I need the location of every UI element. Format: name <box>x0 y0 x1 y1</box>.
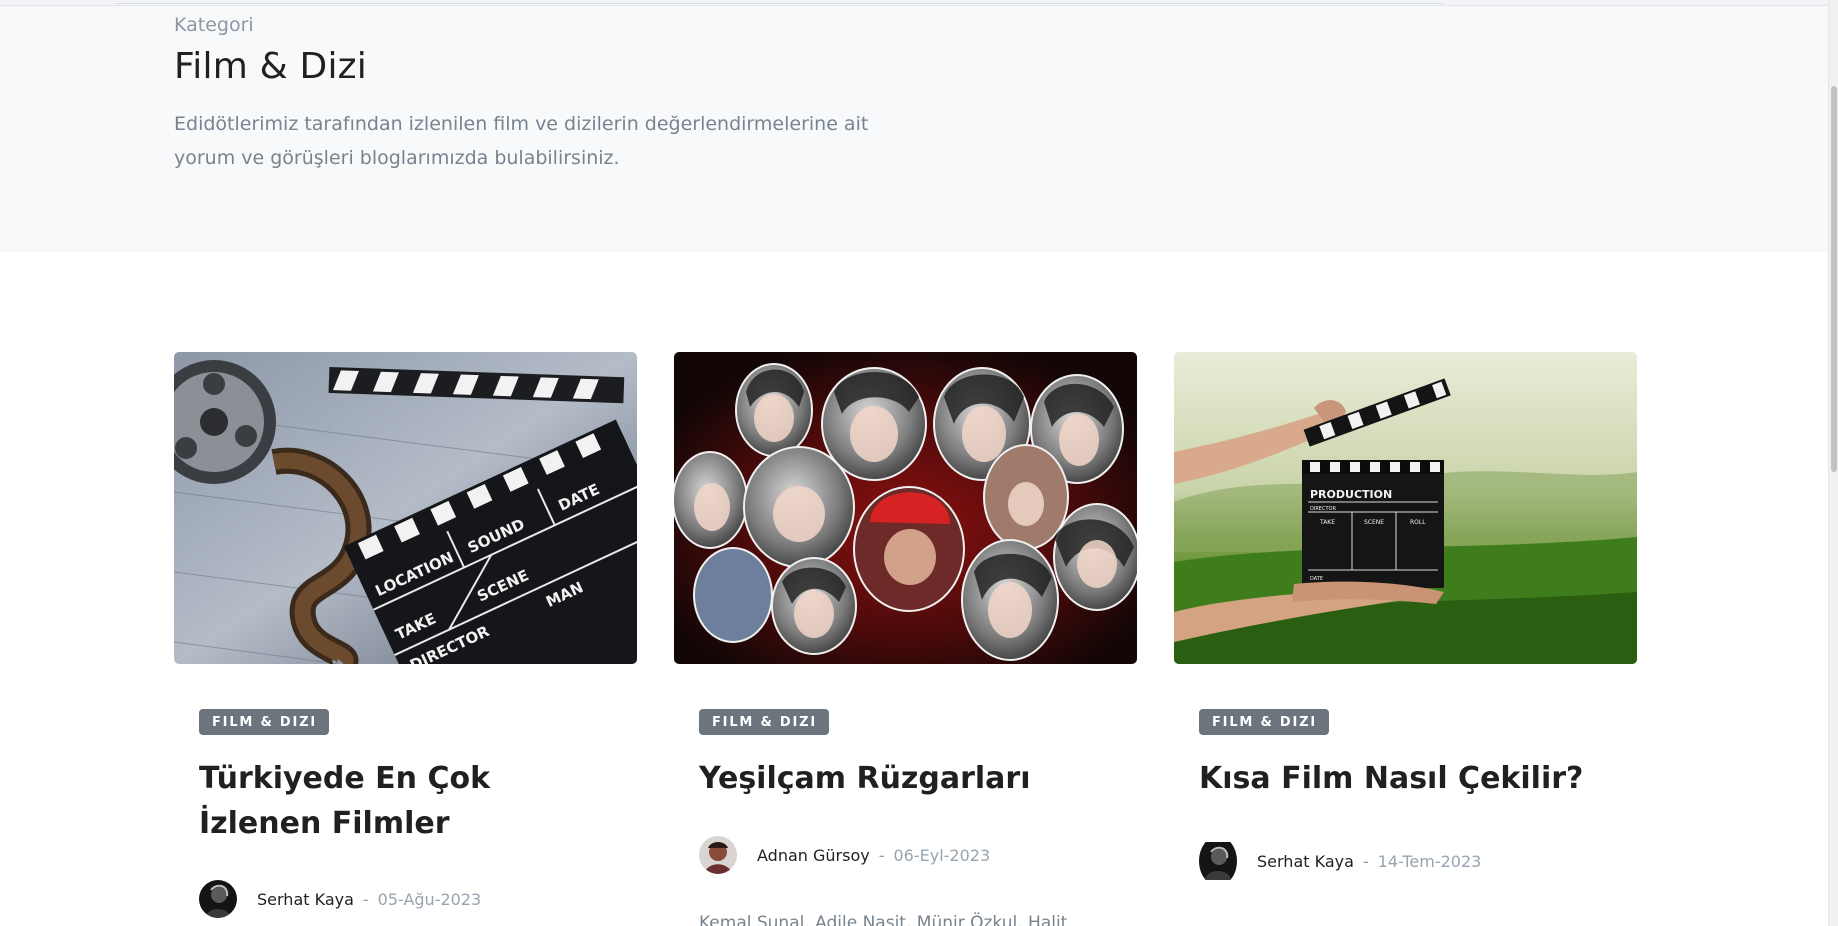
author-avatar-icon[interactable] <box>199 880 237 918</box>
scrollbar-thumb[interactable] <box>1831 86 1837 472</box>
post-date: 14-Tem-2023 <box>1377 851 1482 871</box>
category-hero: Kategori Film & Dizi Edidötlerimiz taraf… <box>0 6 1828 252</box>
meta-separator: - <box>1362 851 1369 871</box>
category-title: Film & Dizi <box>174 46 367 87</box>
category-eyebrow: Kategori <box>174 14 254 36</box>
category-badge[interactable]: FILM & DIZI <box>1199 709 1330 735</box>
clapperboard-film-reel-image: LOCATION SOUND DATE TAKE SCENE DIRECTOR … <box>174 352 637 664</box>
post-author[interactable]: Adnan Gürsoy <box>757 846 870 865</box>
page: Kategori Film & Dizi Edidötlerimiz taraf… <box>0 0 1828 926</box>
vertical-scrollbar[interactable] <box>1828 0 1838 926</box>
post-excerpt: Kemal Sunal, Adile Naşit, Münir Özkul, H… <box>699 913 1068 926</box>
post-meta: Serhat Kaya - 14-Tem-2023 <box>1199 836 1481 886</box>
blog-card[interactable]: LOCATION SOUND DATE TAKE SCENE DIRECTOR … <box>174 352 637 926</box>
clapper-text-take: TAKE <box>1319 519 1335 526</box>
post-meta: Serhat Kaya - 05-Ağu-2023 <box>199 880 481 918</box>
production-clapper-in-hands-image: PRODUCTION DIRECTOR TAKE SCENE ROLL DATE <box>1174 352 1637 664</box>
category-description: Edidötlerimiz tarafından izlenilen film … <box>174 113 869 169</box>
clapper-text-scene: SCENE <box>1364 519 1384 526</box>
post-meta: Adnan Gürsoy - 06-Eyl-2023 <box>699 836 990 874</box>
clapper-text-roll: ROLL <box>1410 519 1426 526</box>
category-badge[interactable]: FILM & DIZI <box>199 709 330 735</box>
post-author[interactable]: Serhat Kaya <box>257 890 354 909</box>
post-thumbnail[interactable] <box>674 352 1137 664</box>
blog-card[interactable]: PRODUCTION DIRECTOR TAKE SCENE ROLL DATE… <box>1174 352 1637 926</box>
clapper-text-production: PRODUCTION <box>1310 488 1392 501</box>
post-author[interactable]: Serhat Kaya <box>1257 852 1354 871</box>
blog-card[interactable]: FILM & DIZI Yeşilçam Rüzgarları Adnan Gü… <box>674 352 1137 926</box>
post-thumbnail[interactable]: PRODUCTION DIRECTOR TAKE SCENE ROLL DATE <box>1174 352 1637 664</box>
post-date: 05-Ağu-2023 <box>377 889 482 909</box>
post-title[interactable]: Türkiyede En Çok İzlenen Filmler <box>199 756 619 846</box>
author-avatar-icon[interactable] <box>699 836 737 874</box>
clapper-text-director: DIRECTOR <box>1310 506 1336 512</box>
author-avatar-icon[interactable] <box>1199 836 1237 886</box>
post-thumbnail[interactable]: LOCATION SOUND DATE TAKE SCENE DIRECTOR … <box>174 352 637 664</box>
post-date: 06-Eyl-2023 <box>893 845 991 865</box>
meta-separator: - <box>878 845 885 865</box>
meta-separator: - <box>362 889 369 909</box>
post-title[interactable]: Kısa Film Nasıl Çekilir? <box>1199 756 1619 801</box>
category-badge[interactable]: FILM & DIZI <box>699 709 830 735</box>
post-title[interactable]: Yeşilçam Rüzgarları <box>699 756 1119 801</box>
clapper-text-date: DATE <box>1310 576 1323 582</box>
yesilcam-actors-collage-image <box>674 352 1137 664</box>
